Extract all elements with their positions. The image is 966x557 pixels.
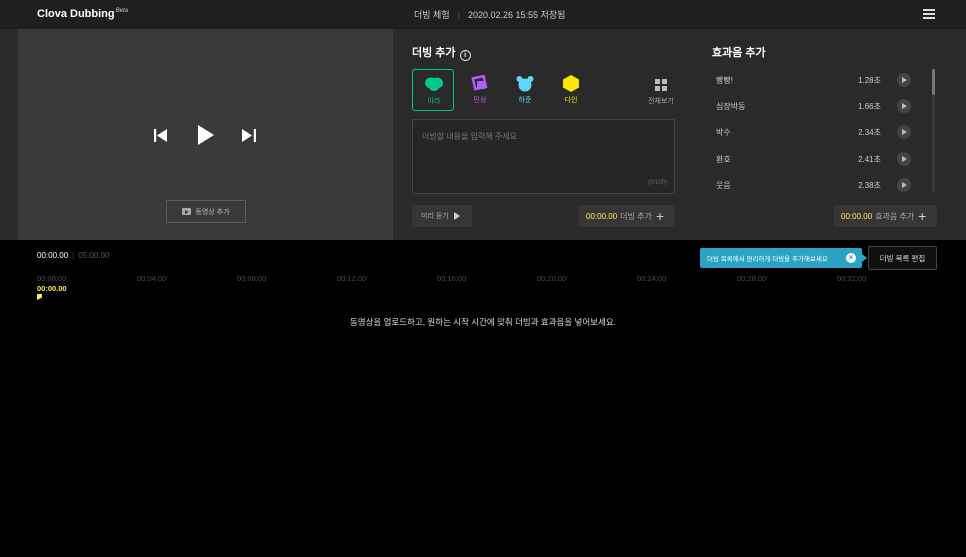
voice-hajun[interactable]: 하준 [504, 69, 546, 111]
edit-dubbing-list-button[interactable]: 더빙 목록 편집 [868, 246, 937, 270]
ruler-tick: 00:12.00 [337, 274, 367, 283]
play-icon[interactable] [897, 152, 911, 166]
sfx-item[interactable]: 환호 2.41초 [716, 151, 911, 167]
total-time: 05:00.00 [78, 251, 110, 260]
playhead-handle[interactable] [37, 294, 42, 300]
add-dubbing-label: 더빙 추가 [620, 211, 652, 221]
play-icon[interactable] [897, 73, 911, 87]
voice-hajun-label: 하준 [518, 97, 532, 104]
ruler-tick: 00:08.00 [237, 274, 267, 283]
sfx-name: 심장박동 [716, 102, 746, 111]
grid-icon [655, 79, 667, 91]
mode-label: 더빙 체험 [414, 10, 450, 20]
play-icon[interactable] [897, 125, 911, 139]
sfx-name: 박수 [716, 128, 731, 137]
divider: | [72, 251, 75, 260]
empty-state-message: 동영상을 업로드하고, 원하는 시작 시간에 맞춰 더빙과 효과음을 넣어보세요… [349, 317, 617, 327]
dubbing-title: 더빙 추가 i [412, 44, 471, 61]
sfx-duration: 1.66초 [858, 102, 881, 111]
hamburger-menu-icon[interactable] [923, 9, 935, 19]
plus-icon: + [655, 208, 664, 224]
add-video-label: 동영상 추가 [195, 208, 230, 216]
app-logo[interactable]: Clova DubbingBeta [37, 8, 128, 20]
brand-beta: Beta [115, 8, 128, 15]
voice-minsang-icon [471, 75, 488, 91]
scrollbar-thumb[interactable] [932, 69, 935, 95]
sfx-duration: 2.38초 [858, 181, 881, 190]
voice-minsang-label: 민상 [473, 97, 487, 104]
preview-label: 미리 듣기 [421, 213, 449, 220]
play-icon[interactable] [897, 178, 911, 192]
voice-hajun-icon [516, 76, 534, 92]
add-sfx-button[interactable]: 00:00.00 효과음 추가 + [834, 205, 937, 227]
voice-ara[interactable]: 아라 [412, 69, 454, 111]
voice-dain[interactable]: 다인 [550, 69, 592, 111]
sfx-duration: 1.28초 [858, 76, 881, 85]
play-icon[interactable] [198, 125, 214, 145]
timeline-time: 00:00.00 | 05:00.00 [37, 251, 109, 260]
voice-minsang[interactable]: 민상 [459, 69, 501, 111]
ruler-tick: 00:24.00 [637, 274, 667, 283]
video-icon [182, 208, 192, 215]
add-dubbing-button[interactable]: 00:00.00 더빙 추가 + [579, 205, 675, 227]
sfx-item[interactable]: 박수 2.34초 [716, 124, 911, 140]
ruler-tick: 00:28.00 [737, 274, 767, 283]
skip-previous-icon[interactable] [154, 129, 168, 142]
sfx-title: 효과음 추가 [712, 47, 766, 59]
play-icon[interactable] [897, 99, 911, 113]
close-icon[interactable]: × [846, 253, 856, 263]
dubbing-time: 00:00.00 [586, 211, 618, 221]
char-count: (0/100) [647, 180, 667, 186]
top-bar: Clova DubbingBeta 더빙 체험 | 2020.02.26 15:55… [0, 0, 966, 29]
ruler-tick: 00:32.00 [837, 274, 867, 283]
voice-dain-icon [563, 75, 579, 92]
sfx-scrollbar[interactable] [932, 69, 935, 193]
tip-tooltip: 더빙 목록에서 편리하게 더빙을 추가해보세요 × [700, 248, 867, 268]
sfx-name: 빵빵! [716, 76, 733, 85]
brand-name: Clova Dubbing [37, 8, 115, 20]
ruler-tick: 00:20.00 [537, 274, 567, 283]
play-icon [453, 212, 460, 220]
tooltip-text: 더빙 목록에서 편리하게 더빙을 추가해보세요 [707, 256, 828, 263]
sfx-item[interactable]: 빵빵! 1.28초 [716, 72, 911, 88]
dubbing-panel: 더빙 추가 i 아라 민상 하준 다인 전체보기 더빙할 내용을 입력해 주세요 … [393, 29, 692, 240]
add-sfx-label: 효과음 추가 [875, 211, 915, 221]
timeline: 00:00.00 | 05:00.00 더빙 목록에서 편리하게 더빙을 추가해보세… [0, 240, 966, 557]
top-status: 더빙 체험 | 2020.02.26 15:55 저장됨 [414, 8, 565, 21]
view-all-voices[interactable]: 전체보기 [640, 69, 682, 111]
sound-effects-panel: 효과음 추가 빵빵! 1.28초 심장박동 1.66초 박수 2.34초 환호 2.41… [692, 29, 966, 240]
view-all-label: 전체보기 [648, 98, 674, 105]
sfx-item[interactable]: 심장박동 1.66초 [716, 98, 911, 114]
ruler-tick: 00:04.00 [137, 274, 167, 283]
playhead-time: 00:00.00 [37, 284, 67, 293]
plus-icon: + [918, 208, 927, 224]
voice-ara-label: 아라 [427, 98, 441, 105]
voice-dain-label: 다인 [564, 97, 578, 104]
preview-button[interactable]: 미리 듣기 [412, 205, 472, 227]
dubbing-title-text: 더빙 추가 [412, 47, 456, 59]
voice-ara-icon [425, 77, 443, 91]
sfx-name: 환호 [716, 155, 731, 164]
sfx-time: 00:00.00 [841, 211, 873, 221]
video-panel: 동영상 추가 [18, 29, 393, 240]
sfx-item[interactable]: 웃음 2.38초 [716, 177, 911, 193]
player-controls [154, 125, 264, 147]
dubbing-placeholder: 더빙할 내용을 입력해 주세요 [422, 132, 517, 141]
info-icon[interactable]: i [459, 50, 471, 61]
ruler-tick: 00:00.00 [37, 274, 67, 283]
sfx-name: 웃음 [716, 181, 731, 190]
add-video-button[interactable]: 동영상 추가 [166, 200, 246, 223]
dubbing-text-input[interactable]: 더빙할 내용을 입력해 주세요 (0/100) [412, 119, 675, 194]
divider: | [457, 10, 460, 20]
sfx-duration: 2.34초 [858, 128, 881, 137]
skip-next-icon[interactable] [242, 129, 256, 142]
current-time: 00:00.00 [37, 251, 69, 260]
edit-list-label: 더빙 목록 편집 [879, 253, 926, 263]
saved-status: 2020.02.26 15:55 저장됨 [467, 10, 566, 20]
ruler-tick: 00:16.00 [437, 274, 467, 283]
time-ruler[interactable]: 00:00.00 00:04.00 00:08.00 00:12.00 00:1… [37, 274, 937, 284]
sfx-duration: 2.41초 [858, 155, 881, 164]
